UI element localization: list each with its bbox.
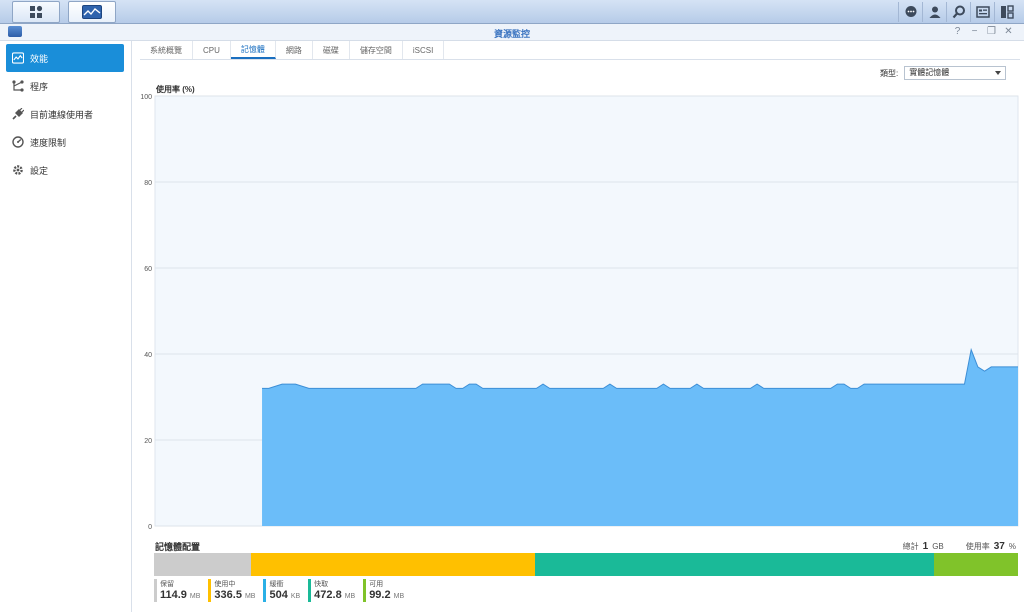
tab-iscsi[interactable]: iSCSI (403, 41, 445, 59)
legend-swatch (263, 579, 267, 602)
total-label: 總計 (902, 542, 919, 551)
usage-label: 使用率 (965, 542, 990, 551)
tab-network[interactable]: 網路 (276, 41, 313, 59)
legend-label: 保留 (160, 581, 174, 588)
y-tick-label: 0 (148, 524, 152, 531)
allocation-segment (535, 553, 935, 576)
main-menu-button[interactable] (12, 1, 60, 23)
chat-icon[interactable] (898, 2, 922, 22)
sidebar-item-performance[interactable]: 效能 (6, 44, 124, 72)
y-tick-label: 100 (140, 94, 152, 101)
sidebar-item-process[interactable]: 程序 (6, 72, 124, 100)
allocation-segment (250, 553, 535, 576)
tab-storage[interactable]: 儲存空間 (350, 41, 403, 59)
legend-value: 99.2 MB (369, 589, 405, 601)
total-value: 1 (922, 541, 929, 552)
legend-item: 快取 472.8 MB (308, 579, 355, 602)
sidebar-item-label: 速度限制 (30, 137, 67, 148)
legend-value: 472.8 MB (314, 589, 356, 601)
y-tick-label: 40 (144, 352, 152, 359)
chevron-down-icon (995, 71, 1002, 75)
tab-bar: 系統概覽 CPU 記憶體 網路 磁碟 儲存空間 iSCSI (140, 41, 1020, 60)
memory-usage-chart: 0 20 40 60 80 100 (140, 94, 1019, 531)
legend-swatch (363, 579, 367, 602)
sidebar-item-settings[interactable]: 設定 (6, 156, 124, 184)
allocation-summary: 總計 1 GB 使用率 37 % (903, 541, 1016, 552)
allocation-segment (154, 553, 251, 576)
help-button[interactable]: ? (952, 26, 963, 38)
sidebar-item-label: 目前連線使用者 (30, 109, 94, 120)
widget-icon[interactable] (970, 2, 994, 22)
performance-icon (12, 52, 24, 64)
legend-unit: MB (344, 593, 356, 600)
type-select-value: 實體記憶體 (909, 68, 950, 77)
type-label: 類型: (880, 68, 899, 78)
legend-label: 可用 (369, 581, 384, 588)
legend-item: 緩衝 504 KB (263, 579, 300, 602)
taskbar-tray (898, 2, 1018, 22)
y-tick-label: 60 (144, 266, 152, 273)
type-select[interactable]: 實體記憶體 (904, 66, 1007, 80)
legend-value: 114.9 MB (160, 589, 201, 601)
restore-button[interactable]: ❐ (986, 26, 997, 38)
legend-item: 保留 114.9 MB (154, 579, 200, 602)
legend-value: 504 KB (269, 589, 301, 601)
legend-label: 緩衝 (269, 581, 284, 588)
type-selector-row: 類型: 實體記憶體 (880, 66, 1007, 80)
tab-memory[interactable]: 記憶體 (230, 41, 276, 59)
usage-unit: % (1008, 542, 1016, 551)
allocation-segment (934, 553, 1018, 576)
legend-label: 快取 (314, 581, 329, 588)
resource-monitor-icon (82, 5, 102, 19)
window-controls: ? − ❐ ✕ (952, 26, 1014, 38)
sidebar-item-label: 程序 (30, 81, 49, 92)
window-titlebar[interactable]: 資源監控 ? − ❐ ✕ (0, 24, 1024, 41)
legend-swatch (308, 579, 312, 602)
user-icon[interactable] (922, 2, 946, 22)
legend-swatch (154, 579, 157, 602)
y-tick-label: 20 (144, 438, 152, 445)
legend-unit: MB (393, 593, 405, 600)
legend-value: 336.5 MB (214, 589, 256, 601)
search-icon[interactable] (946, 2, 970, 22)
process-icon (12, 80, 24, 92)
legend-label: 使用中 (214, 581, 236, 588)
taskbar (0, 0, 1024, 24)
usage-value: 37 (993, 541, 1005, 552)
plug-icon (12, 108, 24, 120)
layout-icon[interactable] (994, 2, 1018, 22)
sidebar: 效能 程序 目前連線使用者 速度限制 設定 (0, 41, 132, 612)
allocation-legend: 保留 114.9 MB 使用中 336.5 MB 緩衝 504 KB 快取 472.8 MB 可用 99.… (154, 579, 412, 602)
tab-disk[interactable]: 磁碟 (313, 41, 350, 59)
sidebar-item-label: 設定 (30, 165, 49, 176)
tab-cpu[interactable]: CPU (193, 41, 231, 59)
close-button[interactable]: ✕ (1003, 26, 1014, 38)
y-tick-label: 80 (144, 180, 152, 187)
sidebar-item-connected-users[interactable]: 目前連線使用者 (6, 100, 124, 128)
legend-unit: MB (244, 593, 256, 600)
legend-swatch (208, 579, 212, 602)
window-title: 資源監控 (493, 29, 530, 39)
legend-item: 使用中 336.5 MB (208, 579, 255, 602)
sidebar-item-speed-limit[interactable]: 速度限制 (6, 128, 124, 156)
minimize-button[interactable]: − (969, 26, 980, 38)
gear-icon (12, 164, 24, 176)
legend-unit: KB (290, 593, 301, 600)
allocation-title: 記憶體配置 (155, 542, 201, 552)
total-unit: GB (932, 542, 944, 551)
tab-overview[interactable]: 系統概覽 (140, 41, 193, 59)
allocation-bar (154, 553, 1018, 576)
legend-item: 可用 99.2 MB (363, 579, 404, 602)
speed-gauge-icon (12, 136, 24, 148)
grid-icon (30, 5, 43, 18)
resource-monitor-taskbar-button[interactable] (68, 1, 116, 23)
sidebar-item-label: 效能 (30, 53, 49, 64)
legend-unit: MB (189, 593, 201, 600)
